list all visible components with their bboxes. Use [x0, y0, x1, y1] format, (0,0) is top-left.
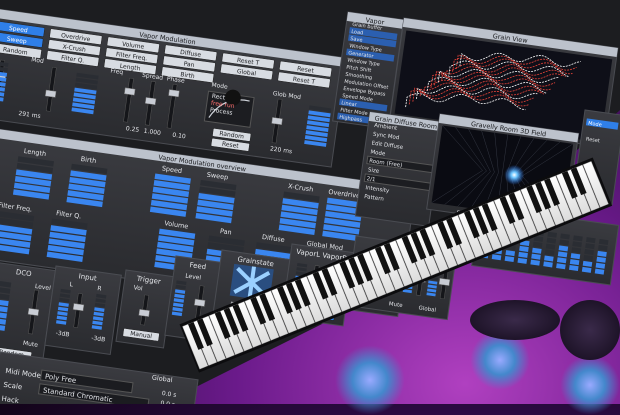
plugin-window: Vapor ModulationSpeedOverdriveVolumeDiff…: [0, 0, 620, 404]
hack-label: Hack: [1, 395, 20, 404]
overview-label-9: Pan: [219, 227, 232, 237]
vm-slider-3-handle[interactable]: [144, 97, 157, 106]
trigger-slider-handle[interactable]: [138, 309, 150, 317]
input-module: InputLR-3dB-3dB: [44, 265, 122, 355]
dco-level-slider-handle[interactable]: [27, 308, 40, 316]
mixer-slider-3-handle[interactable]: [438, 278, 451, 286]
vm-slider-2-handle[interactable]: [124, 87, 136, 96]
vm-slider-5-handle[interactable]: [271, 117, 283, 126]
input-slider-handle[interactable]: [72, 303, 85, 312]
vm-slider-1-handle[interactable]: [45, 89, 57, 98]
diffuse-item-6[interactable]: 2/1: [366, 176, 376, 183]
trigger-module: TriggerVolManual: [115, 269, 175, 349]
feed-slider-handle[interactable]: [194, 298, 206, 307]
trigger-vol-label: Vol: [133, 284, 143, 292]
vm-slider-4-handle[interactable]: [168, 89, 180, 98]
